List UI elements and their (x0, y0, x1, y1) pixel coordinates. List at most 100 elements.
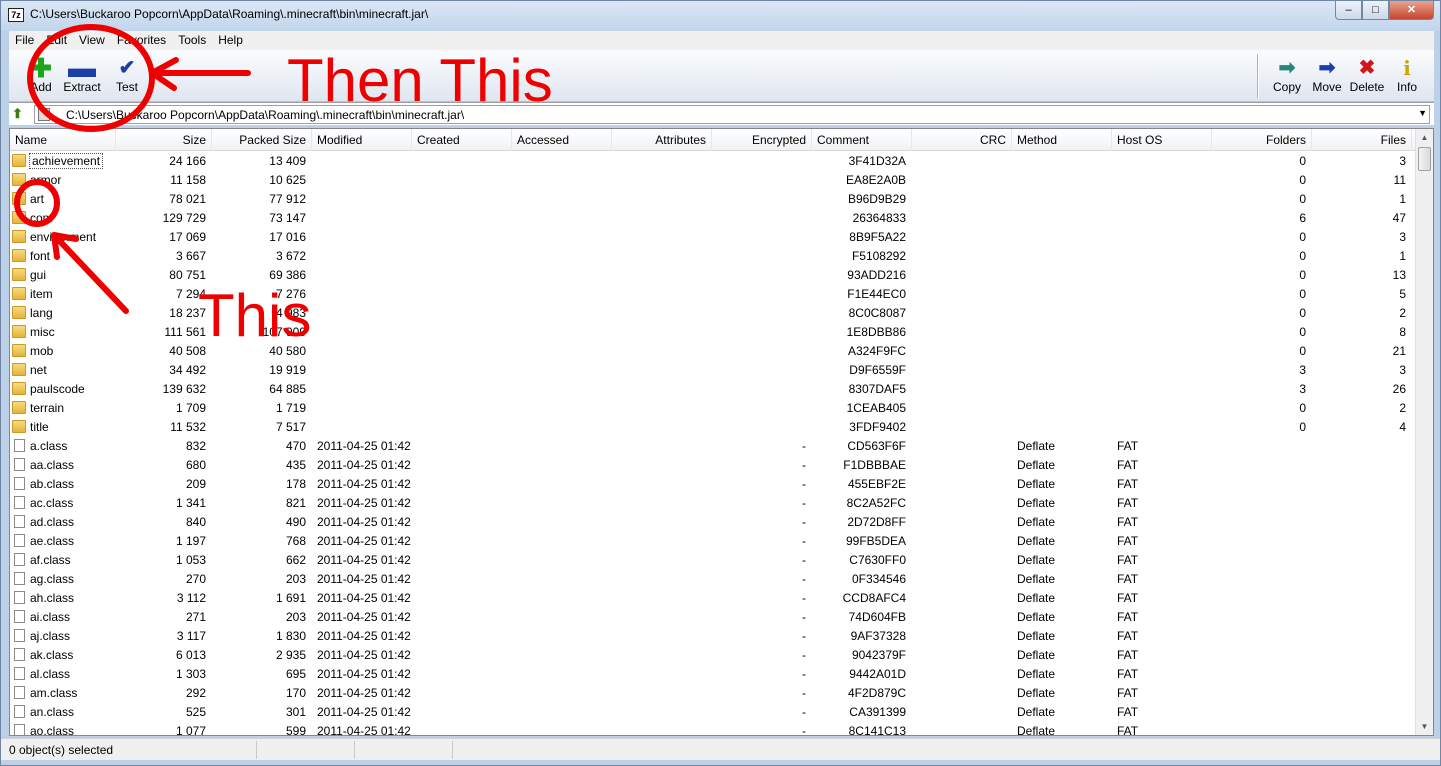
scroll-thumb[interactable] (1418, 147, 1431, 171)
files-cell: 3 (1399, 230, 1406, 244)
col-folders[interactable]: Folders (1212, 129, 1312, 151)
menu-view[interactable]: View (73, 31, 111, 50)
files-cell (10, 475, 1406, 494)
folder-row[interactable]: com 129 729 73 147 26364833 6 47 (10, 209, 1415, 228)
status-bar: 0 object(s) selected (1, 738, 1440, 760)
check-icon: ✔ (118, 57, 136, 79)
menu-edit[interactable]: Edit (40, 31, 73, 50)
window-title: C:\Users\Buckaroo Popcorn\AppData\Roamin… (30, 7, 429, 21)
address-bar: ⬆ C:\Users\Buckaroo Popcorn\AppData\Roam… (9, 102, 1434, 126)
col-modified[interactable]: Modified (312, 129, 412, 151)
file-row[interactable]: ah.class 3 112 1 691 2011-04-25 01:42- CCD8A… (10, 589, 1415, 608)
file-row[interactable]: ai.class 271 203 2011-04-25 01:42-74D604FB D… (10, 608, 1415, 627)
col-crc[interactable]: CRC (912, 129, 1012, 151)
files-cell (10, 608, 1406, 627)
file-row[interactable]: ae.class 1 197 768 2011-04-25 01:42-99FB5DE… (10, 532, 1415, 551)
toolbar: ✚ Add ▬ Extract ✔ Test ➡ Copy ➡ Move ✖ D… (9, 50, 1434, 102)
minimize-button[interactable]: – (1335, 1, 1362, 20)
file-row[interactable]: aj.class 3 117 1 830 2011-04-25 01:42-9AF37… (10, 627, 1415, 646)
file-row[interactable]: ao.class 1 077 599 2011-04-25 01:42-8C141C1… (10, 722, 1415, 735)
status-cell-size (259, 741, 355, 759)
files-cell (10, 570, 1406, 589)
file-row[interactable]: ak.class 6 013 2 935 2011-04-25 01:42-90423… (10, 646, 1415, 665)
file-row[interactable]: af.class 1 053 662 2011-04-25 01:42- C7630FF… (10, 551, 1415, 570)
col-host-os[interactable]: Host OS (1112, 129, 1212, 151)
menu-favorites[interactable]: Favorites (111, 31, 172, 50)
test-label: Test (115, 80, 138, 94)
window-controls: – □ ✕ (1335, 1, 1434, 20)
files-cell (10, 684, 1406, 703)
menu-help[interactable]: Help (212, 31, 249, 50)
then-this-annotation: Then This (287, 47, 553, 114)
files-cell (10, 665, 1406, 684)
file-row[interactable]: ad.class 840 490 2011-04-25 01:42-2D72D8FF D… (10, 513, 1415, 532)
close-button[interactable]: ✕ (1389, 1, 1434, 20)
7zip-app-icon: 7z (8, 8, 24, 22)
folder-row[interactable]: art 78 021 77 912 B96D9B29 0 1 (10, 190, 1415, 209)
col-packed-size[interactable]: Packed Size (212, 129, 312, 151)
files-cell (10, 494, 1406, 513)
file-rows: achievement 24 166 13 409 3F41D32A 0 3 armor 11… (10, 152, 1415, 735)
col-size[interactable]: Size (116, 129, 212, 151)
files-cell (10, 722, 1406, 735)
files-cell: 3 (1399, 154, 1406, 168)
files-cell (10, 703, 1406, 722)
this-annotation: This (198, 282, 312, 349)
folder-row[interactable]: achievement 24 166 13 409 3F41D32A 0 3 (10, 152, 1415, 171)
status-cell-packed (357, 741, 453, 759)
file-row[interactable]: al.class 1 303 695 2011-04-25 01:42-9442A01… (10, 665, 1415, 684)
file-row[interactable]: an.class 525 301 2011-04-25 01:42- CA391399 D… (10, 703, 1415, 722)
menu-bar: File Edit View Favorites Tools Help (9, 31, 1434, 50)
file-row[interactable]: am.class 292 170 2011-04-25 01:42-4F2D879C D… (10, 684, 1415, 703)
files-cell: 1 (1399, 192, 1406, 206)
folder-row[interactable]: terrain 1 709 1 719 1CEAB405 0 2 (10, 399, 1415, 418)
file-list: Name Size Packed Size Modified Created A… (9, 128, 1434, 736)
folder-row[interactable]: net 34 492 19 919 D9F6559F 3 3 (10, 361, 1415, 380)
toolbar-separator (1257, 54, 1259, 98)
files-cell: 11 (1393, 173, 1406, 187)
vertical-scrollbar[interactable]: ▲ ▼ (1415, 129, 1433, 735)
extract-label: Extract (63, 80, 101, 94)
col-created[interactable]: Created (412, 129, 512, 151)
folder-row[interactable]: paulscode 139 632 64 885 8307DAF5 3 26 (10, 380, 1415, 399)
archive-icon (38, 108, 50, 121)
files-cell (10, 589, 1406, 608)
col-encrypted[interactable]: Encrypted (712, 129, 812, 151)
app-window: 7z C:\Users\Buckaroo Popcorn\AppData\Roa… (0, 0, 1441, 766)
file-row[interactable]: ac.class 1 341 821 2011-04-25 01:42-8C2A52F… (10, 494, 1415, 513)
scroll-down-icon[interactable]: ▼ (1416, 718, 1433, 735)
menu-file[interactable]: File (9, 31, 40, 50)
info-button[interactable]: i Info (1383, 56, 1431, 94)
file-row[interactable]: ab.class 209 178 2011-04-25 01:42-455EBF2E D… (10, 475, 1415, 494)
col-comment[interactable]: Comment (812, 129, 912, 151)
path-combobox[interactable]: C:\Users\Buckaroo Popcorn\AppData\Roamin… (34, 105, 1430, 124)
files-cell (10, 456, 1406, 475)
files-cell: 4 (1399, 420, 1406, 434)
menu-tools[interactable]: Tools (172, 31, 212, 50)
up-folder-icon[interactable]: ⬆ (12, 106, 28, 122)
col-attributes[interactable]: Attributes (612, 129, 712, 151)
files-cell (10, 551, 1406, 570)
folder-row[interactable]: armor 11 158 10 625 EA8E2A0B 0 11 (10, 171, 1415, 190)
file-row[interactable]: aa.class 680 435 2011-04-25 01:42- F1DBBBAE D… (10, 456, 1415, 475)
col-files[interactable]: Files (1312, 129, 1412, 151)
extract-button[interactable]: ▬ Extract (58, 52, 106, 95)
info-label: Info (1396, 80, 1417, 94)
selection-status: 0 object(s) selected (7, 741, 257, 759)
file-row[interactable]: a.class 832 470 2011-04-25 01:42- CD563F6F De… (10, 437, 1415, 456)
minus-icon: ▬ (68, 52, 96, 83)
col-accessed[interactable]: Accessed (512, 129, 612, 151)
title-bar[interactable]: 7z C:\Users\Buckaroo Popcorn\AppData\Roa… (1, 1, 1440, 31)
file-row[interactable]: ag.class 270 203 2011-04-25 01:42-0F334546 D… (10, 570, 1415, 589)
folder-row[interactable]: environment 17 069 17 016 8B9F5A22 0 3 (10, 228, 1415, 247)
column-header: Name Size Packed Size Modified Created A… (10, 129, 1415, 151)
test-button[interactable]: ✔ Test (103, 56, 151, 94)
chevron-down-icon[interactable]: ▼ (1418, 108, 1427, 118)
folder-row[interactable]: font 3 667 3 672 F5108292 0 1 (10, 247, 1415, 266)
files-cell (10, 532, 1406, 551)
folder-row[interactable]: title 11 532 7 517 3FDF9402 0 4 (10, 418, 1415, 437)
scroll-up-icon[interactable]: ▲ (1416, 129, 1433, 146)
maximize-button[interactable]: □ (1362, 1, 1389, 20)
col-method[interactable]: Method (1012, 129, 1112, 151)
col-name[interactable]: Name (10, 129, 116, 151)
